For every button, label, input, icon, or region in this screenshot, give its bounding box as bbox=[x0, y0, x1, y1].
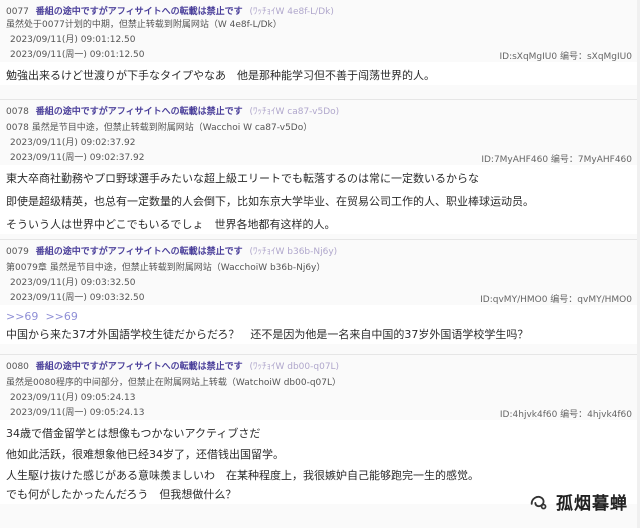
reply-anchor-link[interactable]: >>69 bbox=[45, 310, 77, 323]
reply-anchor-links: >>69 >>69 bbox=[6, 309, 632, 325]
post-0079: 0079 番組の途中ですがアフィサイトへの転載は禁止です (ﾜｯﾁｮｲW b36… bbox=[0, 240, 640, 355]
post-body: 東大卒商社勤務やプロ野球選手みたいな超上級エリートでも転落するのは常に一定数いる… bbox=[0, 165, 640, 234]
post-line: 勉強出来るけど世渡りが下手なタイプやなあ 他是那种能学习但不善于闯荡世界的人。 bbox=[6, 69, 435, 82]
post-line: 人生駆け抜けた感じがある意味羨ましいわ 在某种程度上，我很嫉妒自己能够跑完一生的… bbox=[6, 469, 479, 482]
post-id: ID:4hjvk4f60 编号：4hjvk4f60 bbox=[499, 410, 632, 420]
post-author-name: 番組の途中ですがアフィサイトへの転載は禁止です bbox=[35, 7, 243, 17]
post-line: 34歳で借金留学とは想像もつかないアクティブさだ bbox=[6, 427, 261, 440]
post-date-translation: 2023/09/11(周一) 09:03:32.50 bbox=[10, 293, 145, 303]
post-author-name: 番組の途中ですがアフィサイトへの転載は禁止です bbox=[35, 247, 243, 257]
post-date-translation: 2023/09/11(周一) 09:01:12.50 bbox=[10, 50, 145, 60]
post-line: そういう人は世界中どこでもいるでしょ 世界各地都有这样的人。 bbox=[6, 218, 336, 231]
post-number: 0077 bbox=[6, 7, 29, 17]
post-header-translation: 虽然处于0077计划的中期，但禁止转载到附属网站（W 4e8f-L/Dk） bbox=[6, 20, 282, 30]
post-date: 2023/09/11(月) 09:02:37.92 bbox=[10, 138, 136, 148]
post-id: ID:7MyAHF460 编号：7MyAHF460 bbox=[481, 155, 632, 165]
post-number: 0078 bbox=[6, 107, 29, 117]
post-header: 0079 番組の途中ですがアフィサイトへの転載は禁止です (ﾜｯﾁｮｲW b36… bbox=[6, 240, 632, 259]
post-user-id: (ﾜｯﾁｮｲW 4e8f-L/Dk) bbox=[249, 7, 334, 17]
post-date: 2023/09/11(月) 09:05:24.13 bbox=[10, 393, 136, 403]
post-header-translation: 虽然是0080程序的中间部分，但禁止在附属网站上转载（WatchoiW db00… bbox=[6, 378, 341, 388]
post-line: 即使是超级精英，也总有一定数量的人会倒下，比如东京大学毕业、在贸易公司工作的人、… bbox=[6, 195, 534, 208]
post-id: ID:qvMY/HMO0 编号：qvMY/HMO0 bbox=[480, 295, 632, 305]
post-header: 0078 番組の途中ですがアフィサイトへの転載は禁止です (ﾜｯﾁｮｲW ca8… bbox=[6, 100, 632, 119]
post-number: 0080 bbox=[6, 362, 29, 372]
post-line: 他如此活跃，很难想象他已经34岁了，还借钱出国留学。 bbox=[6, 448, 284, 461]
post-user-id: (ﾜｯﾁｮｲW ca87-v5Do) bbox=[249, 107, 340, 117]
watermark-text: 孤烟暮蝉 bbox=[556, 494, 628, 514]
post-number: 0079 bbox=[6, 247, 29, 257]
watermark: 孤烟暮蝉 bbox=[528, 489, 628, 514]
post-header: 0077 番組の途中ですがアフィサイトへの転載は禁止です (ﾜｯﾁｮｲW 4e8… bbox=[6, 0, 632, 19]
post-0077: 0077 番組の途中ですがアフィサイトへの転載は禁止です (ﾜｯﾁｮｲW 4e8… bbox=[0, 0, 640, 100]
post-date: 2023/09/11(月) 09:01:12.50 bbox=[10, 35, 136, 45]
post-user-id: (ﾜｯﾁｮｲW b36b-Nj6y) bbox=[249, 247, 338, 257]
post-author-name: 番組の途中ですがアフィサイトへの転載は禁止です bbox=[35, 362, 243, 372]
reply-anchor-link[interactable]: >>69 bbox=[6, 310, 38, 323]
post-line: 中国から来た37才外国語学校生徒だからだろ？ 还不是因为他是一名来自中国的37岁… bbox=[6, 328, 529, 341]
post-date-translation: 2023/09/11(周一) 09:05:24.13 bbox=[10, 408, 145, 418]
post-body: >>69 >>69 中国から来た37才外国語学校生徒だからだろ？ 还不是因为他是… bbox=[0, 305, 640, 344]
post-date: 2023/09/11(月) 09:03:32.50 bbox=[10, 278, 136, 288]
post-date-translation: 2023/09/11(周一) 09:02:37.92 bbox=[10, 153, 145, 163]
post-header-translation: 0078 虽然是节目中途，但禁止转载到附属网站（Wacchoi W ca87-v… bbox=[6, 123, 313, 133]
post-body: 勉強出来るけど世渡りが下手なタイプやなあ 他是那种能学习但不善于闯荡世界的人。 bbox=[0, 62, 640, 85]
post-0078: 0078 番組の途中ですがアフィサイトへの転載は禁止です (ﾜｯﾁｮｲW ca8… bbox=[0, 100, 640, 240]
post-author-name: 番組の途中ですがアフィサイトへの転載は禁止です bbox=[35, 107, 243, 117]
post-header-translation: 第0079章 虽然是节目中途，但禁止转载到附属网站（WacchoiW b36b-… bbox=[6, 263, 326, 273]
account-logo-icon bbox=[530, 495, 547, 509]
post-line: 東大卒商社勤務やプロ野球選手みたいな超上級エリートでも転落するのは常に一定数いる… bbox=[6, 172, 479, 185]
post-header: 0080 番組の途中ですがアフィサイトへの転載は禁止です (ﾜｯﾁｮｲW db0… bbox=[6, 355, 632, 374]
post-id: ID:sXqMgIU0 编号：sXqMgIU0 bbox=[499, 52, 632, 62]
post-user-id: (ﾜｯﾁｮｲW db00-q07L) bbox=[249, 362, 340, 372]
